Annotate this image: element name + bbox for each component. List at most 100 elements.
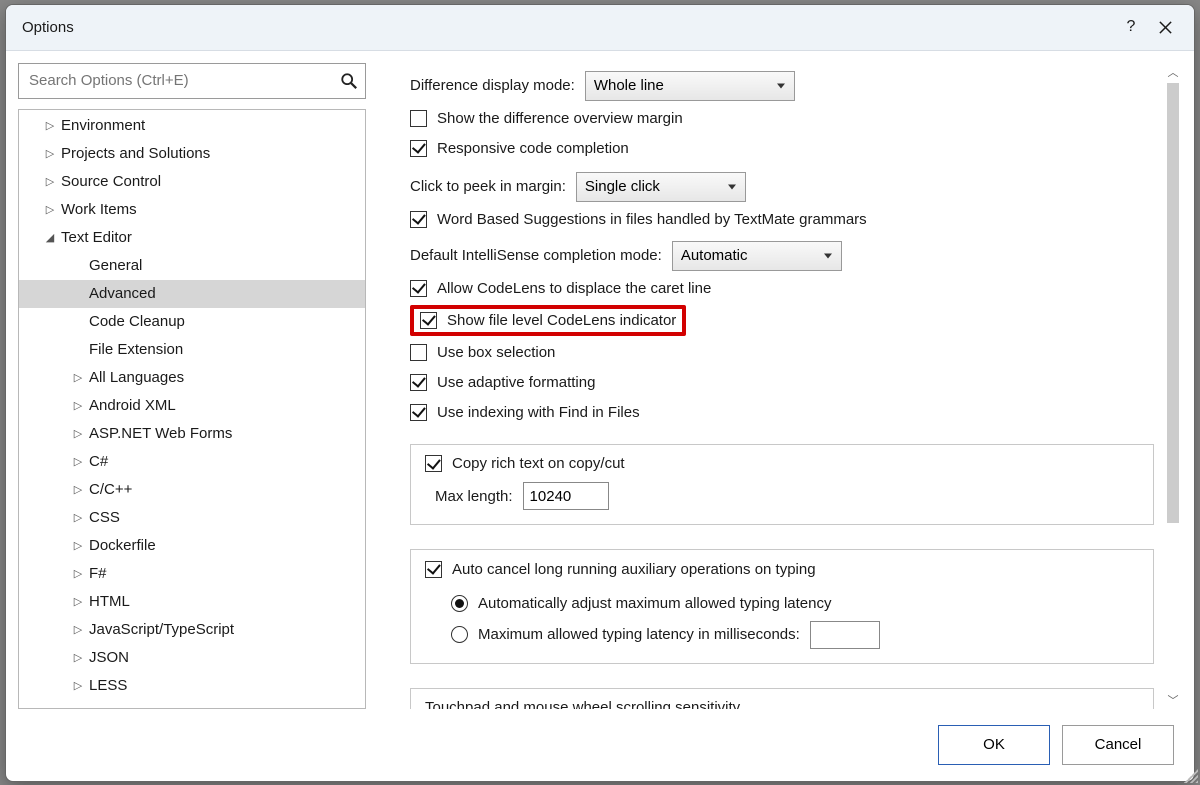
- scroll-thumb[interactable]: [1167, 83, 1179, 523]
- checkbox-icon: [410, 140, 427, 157]
- tree-item[interactable]: Advanced: [19, 280, 365, 308]
- tree-item[interactable]: ▷ JSON: [19, 644, 365, 672]
- tree-item-label: All Languages: [89, 369, 184, 386]
- scroll-track[interactable]: [1164, 81, 1182, 691]
- check-allow-codelens[interactable]: Allow CodeLens to displace the caret lin…: [410, 275, 1154, 302]
- check-use-indexing[interactable]: Use indexing with Find in Files: [410, 399, 1154, 426]
- tree-item[interactable]: ▷ JavaScript/TypeScript: [19, 616, 365, 644]
- tree-item[interactable]: ▷LESS: [19, 672, 365, 700]
- tree-item[interactable]: File Extension: [19, 336, 365, 364]
- checkbox-icon[interactable]: [425, 455, 442, 472]
- check-adaptive-formatting[interactable]: Use adaptive formatting: [410, 369, 1154, 396]
- radio-label: Maximum allowed typing latency in millis…: [478, 626, 800, 643]
- tree-item-label: HTML: [89, 593, 130, 610]
- tree-item-label: F#: [89, 565, 107, 582]
- search-icon: [340, 72, 358, 90]
- check-word-based[interactable]: Word Based Suggestions in files handled …: [410, 206, 1154, 233]
- chevron-right-icon: ▷: [71, 651, 85, 664]
- tree-item[interactable]: ▷ CSS: [19, 504, 365, 532]
- chevron-right-icon: ▷: [71, 455, 85, 468]
- tree-item[interactable]: ▷Dockerfile: [19, 532, 365, 560]
- tree-item[interactable]: ▷ C#: [19, 448, 365, 476]
- chevron-right-icon: ▷: [43, 119, 57, 132]
- check-label: Use indexing with Find in Files: [437, 404, 640, 421]
- check-label: Show file level CodeLens indicator: [447, 312, 676, 329]
- check-label: Show the difference overview margin: [437, 110, 683, 127]
- close-button[interactable]: [1148, 10, 1182, 44]
- content-scrollbar[interactable]: ︿ ﹀: [1164, 63, 1182, 709]
- tree-item-label: CSS: [89, 509, 120, 526]
- tree-item[interactable]: ▷Projects and Solutions: [19, 140, 365, 168]
- check-responsive-completion[interactable]: Responsive code completion: [410, 135, 1154, 162]
- checkbox-icon: [410, 211, 427, 228]
- nav-tree-scroll[interactable]: ▷Environment▷Projects and Solutions▷Sour…: [19, 110, 365, 708]
- tree-item-label: Work Items: [61, 201, 137, 218]
- chevron-right-icon: ▷: [71, 623, 85, 636]
- check-show-diff-overview[interactable]: Show the difference overview margin: [410, 105, 1154, 132]
- chevron-right-icon: ▷: [43, 147, 57, 160]
- window-title: Options: [22, 19, 74, 36]
- tree-item-label: C#: [89, 453, 108, 470]
- tree-item-label: ASP.NET Web Forms: [89, 425, 232, 442]
- tree-item-label: JavaScript/TypeScript: [89, 621, 234, 638]
- nav-tree: ▷Environment▷Projects and Solutions▷Sour…: [18, 109, 366, 709]
- cancel-button[interactable]: Cancel: [1062, 725, 1174, 765]
- tree-item-label: JSON: [89, 649, 129, 666]
- resize-grip-icon[interactable]: [1184, 769, 1195, 782]
- intellisense-select[interactable]: Automatic: [672, 241, 842, 271]
- tree-item[interactable]: ▷Source Control: [19, 168, 365, 196]
- chevron-right-icon: ▷: [71, 427, 85, 440]
- checkbox-icon[interactable]: [425, 561, 442, 578]
- tree-item-label: Source Control: [61, 173, 161, 190]
- dialog-body: ▷Environment▷Projects and Solutions▷Sour…: [6, 51, 1194, 709]
- ok-button[interactable]: OK: [938, 725, 1050, 765]
- tree-item-label: Dockerfile: [89, 537, 156, 554]
- scroll-down-icon[interactable]: ﹀: [1164, 691, 1182, 709]
- tree-item[interactable]: Code Cleanup: [19, 308, 365, 336]
- check-box-selection[interactable]: Use box selection: [410, 339, 1154, 366]
- group-title: Auto cancel long running auxiliary opera…: [452, 561, 816, 578]
- search-wrap: [18, 63, 366, 99]
- radio-max-latency[interactable]: Maximum allowed typing latency in millis…: [425, 621, 1139, 649]
- chevron-right-icon: ▷: [43, 203, 57, 216]
- radio-auto-adjust[interactable]: Automatically adjust maximum allowed typ…: [425, 590, 1139, 617]
- radio-icon: [451, 626, 468, 643]
- check-label: Word Based Suggestions in files handled …: [437, 211, 867, 228]
- chevron-right-icon: ▷: [71, 511, 85, 524]
- intellisense-label: Default IntelliSense completion mode:: [410, 247, 662, 264]
- check-label: Allow CodeLens to displace the caret lin…: [437, 280, 711, 297]
- chevron-right-icon: ▷: [71, 371, 85, 384]
- tree-item[interactable]: ▷ ASP.NET Web Forms: [19, 420, 365, 448]
- group-title: Touchpad and mouse wheel scrolling sensi…: [425, 699, 740, 709]
- checkbox-icon: [410, 344, 427, 361]
- tree-item[interactable]: ▷HTML: [19, 588, 365, 616]
- content-pane: Difference display mode: Whole line Show…: [378, 63, 1182, 709]
- options-dialog: Options ? ▷Environment▷Projects and Solu…: [5, 4, 1195, 782]
- tree-item[interactable]: General: [19, 252, 365, 280]
- tree-item[interactable]: ▷C/C++: [19, 476, 365, 504]
- group-copy-rich: Copy rich text on copy/cut Max length:: [410, 444, 1154, 526]
- checkbox-icon[interactable]: [420, 312, 437, 329]
- tree-item[interactable]: ▷Environment: [19, 112, 365, 140]
- diff-mode-label: Difference display mode:: [410, 77, 575, 94]
- click-peek-select[interactable]: Single click: [576, 172, 746, 202]
- tree-item[interactable]: ▷ Work Items: [19, 196, 365, 224]
- group-title: Copy rich text on copy/cut: [452, 455, 625, 472]
- diff-mode-select[interactable]: Whole line: [585, 71, 795, 101]
- tree-item[interactable]: ▷ All Languages: [19, 364, 365, 392]
- tree-item[interactable]: ▷Android XML: [19, 392, 365, 420]
- max-latency-input[interactable]: [810, 621, 880, 649]
- group-touchpad: Touchpad and mouse wheel scrolling sensi…: [410, 688, 1154, 709]
- click-peek-label: Click to peek in margin:: [410, 178, 566, 195]
- tree-item[interactable]: ▷F#: [19, 560, 365, 588]
- maxlen-input[interactable]: [523, 482, 609, 510]
- tree-item-label: LESS: [89, 677, 127, 694]
- chevron-right-icon: ▷: [71, 399, 85, 412]
- help-button[interactable]: ?: [1114, 10, 1148, 44]
- check-label: Use adaptive formatting: [437, 374, 595, 391]
- search-input[interactable]: [18, 63, 366, 99]
- check-label: Responsive code completion: [437, 140, 629, 157]
- maxlen-label: Max length:: [435, 488, 513, 505]
- tree-item[interactable]: ◢Text Editor: [19, 224, 365, 252]
- scroll-up-icon[interactable]: ︿: [1164, 63, 1182, 81]
